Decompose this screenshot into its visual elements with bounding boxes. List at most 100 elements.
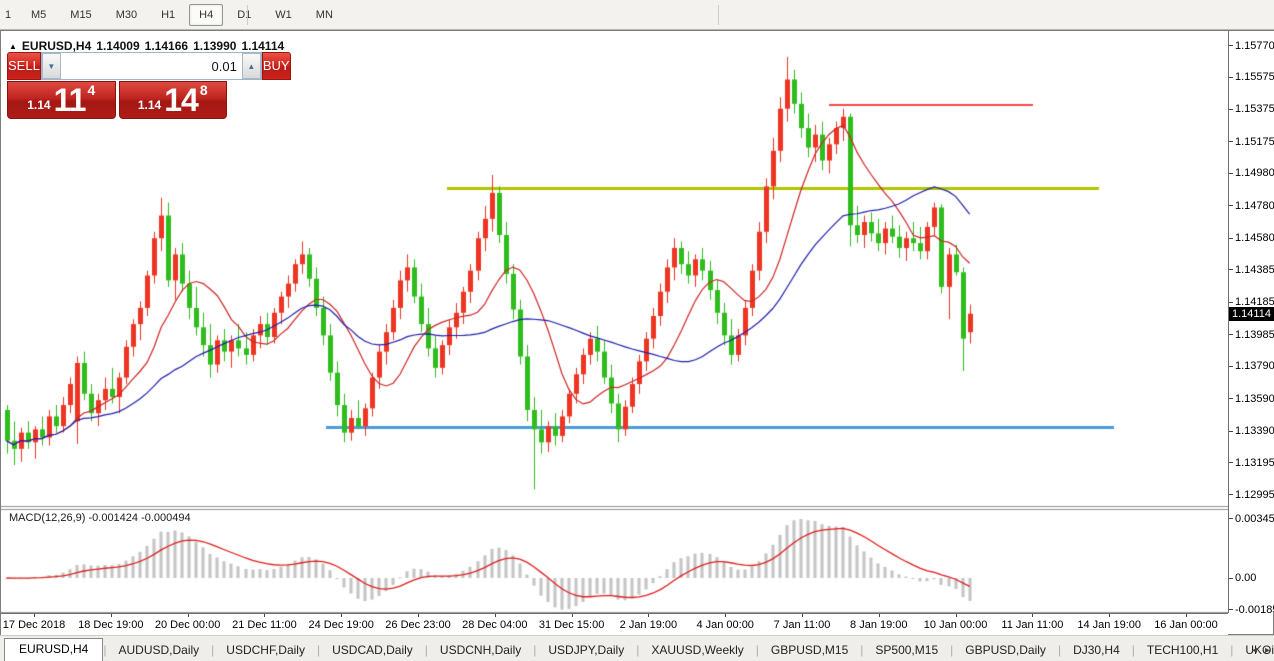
low-value: 1.13990 xyxy=(193,39,236,53)
one-click-trading-toggle-icon[interactable]: ▲ xyxy=(9,42,17,51)
timeframe-button-mn[interactable]: MN xyxy=(306,4,343,26)
price-tick xyxy=(1229,462,1233,463)
time-tick xyxy=(264,614,265,617)
time-tick-label: 26 Dec 23:00 xyxy=(385,619,450,631)
price-axis[interactable]: 1.157701.155751.153751.151751.149801.147… xyxy=(1229,31,1274,613)
timeframe-button-h4[interactable]: H4 xyxy=(189,4,223,26)
price-tick xyxy=(1229,302,1233,303)
time-tick-label: 16 Jan 00:00 xyxy=(1154,619,1218,631)
price-tick-label: 1.15175 xyxy=(1235,136,1274,148)
time-tick xyxy=(34,614,35,617)
time-tick xyxy=(341,614,342,617)
volume-increase-icon[interactable]: ▲ xyxy=(242,53,261,79)
chart-window: ▲ EURUSD,H4 1.14009 1.14166 1.13990 1.14… xyxy=(0,30,1274,635)
sell-price-panel[interactable]: 1.14 11 4 xyxy=(7,81,116,119)
timeframe-button-1[interactable]: 1 xyxy=(2,4,17,26)
chart-tab-audusd-daily[interactable]: AUDUSD,Daily xyxy=(106,640,211,661)
price-tick xyxy=(1229,494,1233,495)
chart-tab-dj30-h4[interactable]: DJ30,H4 xyxy=(1061,640,1132,661)
chart-tab-sp500-m15[interactable]: SP500,M15 xyxy=(863,640,950,661)
time-tick xyxy=(188,614,189,617)
macd-tick xyxy=(1229,609,1233,610)
buy-price-prefix: 1.14 xyxy=(138,95,161,115)
price-tick-label: 1.15575 xyxy=(1235,71,1274,83)
price-tick xyxy=(1229,431,1233,432)
high-value: 1.14166 xyxy=(145,39,188,53)
timeframe-button-m5[interactable]: M5 xyxy=(21,4,56,26)
time-tick-label: 4 Jan 00:00 xyxy=(696,619,754,631)
sell-button[interactable]: SELL xyxy=(7,52,41,80)
tab-scroll-left-icon[interactable]: ◂ xyxy=(1252,645,1257,656)
price-tick xyxy=(1229,269,1233,270)
toolbar-separator xyxy=(247,5,248,25)
time-tick-label: 7 Jan 11:00 xyxy=(774,619,831,631)
macd-indicator-label: MACD(12,26,9) -0.001424 -0.000494 xyxy=(9,512,191,524)
chart-tab-usdcnh-daily[interactable]: USDCNH,Daily xyxy=(428,640,533,661)
timeframe-buttons: 1M5M15M30H1H4D1W1MN xyxy=(0,4,345,26)
time-tick-label: 8 Jan 19:00 xyxy=(850,619,908,631)
chart-tab-gbpusd-m15[interactable]: GBPUSD,M15 xyxy=(759,640,860,661)
chart-tab-tech100-h1[interactable]: TECH100,H1 xyxy=(1135,640,1230,661)
time-tick-label: 2 Jan 19:00 xyxy=(620,619,678,631)
macd-tick-label: 0.00 xyxy=(1235,572,1256,584)
time-tick xyxy=(802,614,803,617)
chart-tab-usdcad-daily[interactable]: USDCAD,Daily xyxy=(320,640,425,661)
price-tick xyxy=(1229,366,1233,367)
price-tick-label: 1.14780 xyxy=(1235,200,1274,212)
time-axis[interactable]: 17 Dec 201818 Dec 19:0020 Dec 00:0021 De… xyxy=(1,613,1228,635)
price-tick-label: 1.15770 xyxy=(1235,40,1274,52)
price-tick-label: 1.12995 xyxy=(1235,489,1274,501)
time-tick xyxy=(1186,614,1187,617)
timeframe-button-w1[interactable]: W1 xyxy=(265,4,302,26)
chart-tab-usdchf-daily[interactable]: USDCHF,Daily xyxy=(214,640,317,661)
time-tick xyxy=(879,614,880,617)
macd-tick xyxy=(1229,518,1233,519)
price-tick-label: 1.13790 xyxy=(1235,360,1274,372)
time-tick xyxy=(1032,614,1033,617)
price-tick xyxy=(1229,141,1233,142)
price-tick-label: 1.13590 xyxy=(1235,393,1274,405)
macd-tick xyxy=(1229,578,1233,579)
macd-tick-label: -0.001851 xyxy=(1235,604,1274,616)
volume-input[interactable] xyxy=(61,53,242,79)
open-value: 1.14009 xyxy=(96,39,139,53)
timeframe-button-h1[interactable]: H1 xyxy=(151,4,185,26)
chart-tab-eurusd-h4[interactable]: EURUSD,H4 xyxy=(4,638,103,661)
time-tick xyxy=(572,614,573,617)
chart-tab-xauusd-weekly[interactable]: XAUUSD,Weekly xyxy=(639,640,755,661)
chart-tab-usdjpy-daily[interactable]: USDJPY,Daily xyxy=(536,640,636,661)
time-tick-label: 10 Jan 00:00 xyxy=(924,619,988,631)
time-tick-label: 14 Jan 19:00 xyxy=(1077,619,1141,631)
time-tick-label: 17 Dec 2018 xyxy=(3,619,65,631)
macd-tick-label: 0.003452 xyxy=(1235,513,1274,525)
chart-tab-gbpusd-daily[interactable]: GBPUSD,Daily xyxy=(953,640,1058,661)
price-tick xyxy=(1229,398,1233,399)
price-tick-label: 1.13390 xyxy=(1235,425,1274,437)
timeframe-button-d1[interactable]: D1 xyxy=(227,4,261,26)
time-tick-label: 24 Dec 19:00 xyxy=(308,619,373,631)
tab-scroll-right-icon[interactable]: ▸ xyxy=(1265,645,1270,656)
timeframe-button-m30[interactable]: M30 xyxy=(106,4,147,26)
current-price-badge: 1.14114 xyxy=(1229,307,1274,321)
timeframe-toolbar: 1M5M15M30H1H4D1W1MN xyxy=(0,0,1274,30)
time-tick xyxy=(418,614,419,617)
sell-price-sup: 4 xyxy=(87,82,95,96)
time-tick xyxy=(495,614,496,617)
price-tick xyxy=(1229,45,1233,46)
time-tick-label: 18 Dec 19:00 xyxy=(78,619,143,631)
buy-price-sup: 8 xyxy=(200,82,208,96)
volume-decrease-icon[interactable]: ▼ xyxy=(42,53,61,79)
price-tick xyxy=(1229,109,1233,110)
macd-name: MACD(12,26,9) xyxy=(9,512,85,524)
price-tick xyxy=(1229,334,1233,335)
one-click-trading-widget: SELL ▼ ▲ BUY 1.14 11 4 1.14 14 8 xyxy=(7,52,227,119)
price-tick xyxy=(1229,173,1233,174)
timeframe-button-m15[interactable]: M15 xyxy=(60,4,101,26)
tab-scroll-buttons: ◂ ▸ xyxy=(1252,645,1270,656)
price-tick-label: 1.14385 xyxy=(1235,264,1274,276)
macd-signal-value: -0.000494 xyxy=(141,512,191,524)
time-tick xyxy=(1109,614,1110,617)
time-tick-label: 28 Dec 04:00 xyxy=(462,619,527,631)
buy-price-panel[interactable]: 1.14 14 8 xyxy=(119,81,228,119)
buy-button[interactable]: BUY xyxy=(262,52,291,80)
